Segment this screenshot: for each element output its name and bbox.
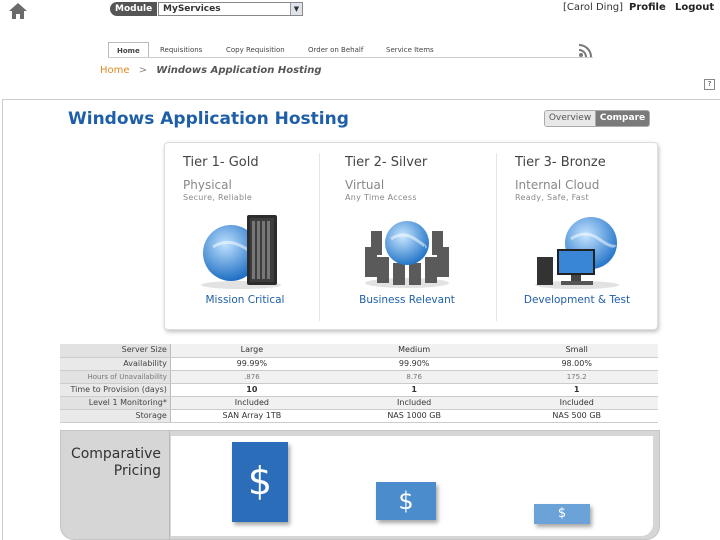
table-cell: .876 (170, 370, 333, 384)
table-cell: Included (170, 396, 333, 410)
tab-order-on-behalf[interactable]: Order on Behalf (308, 42, 363, 58)
tier-silver[interactable]: Tier 2- Silver Virtual Any Time Access B… (327, 143, 487, 331)
breadcrumb-home[interactable]: Home (100, 65, 130, 76)
profile-link[interactable]: Profile (629, 2, 666, 13)
table-cell: 98.00% (495, 357, 658, 371)
table-cell: Medium (332, 344, 496, 358)
module-select[interactable]: MyServices ▼ (158, 2, 303, 16)
row-label: Availability (60, 357, 171, 371)
tier-label: Mission Critical (205, 294, 285, 306)
table-cell: 1 (332, 383, 496, 397)
tier-label: Business Relevant (359, 294, 455, 306)
page-title: Windows Application Hosting (68, 109, 349, 129)
servers-globe-icon (365, 221, 449, 288)
computer-globe-icon (535, 217, 619, 289)
pricing-label-line: Pricing (113, 463, 161, 479)
table-cell: Large (170, 344, 333, 358)
top-bar: Module MyServices ▼ [Carol Ding] Profile… (0, 0, 720, 24)
breadcrumb: Home > Windows Application Hosting (100, 65, 322, 76)
table-cell: 99.90% (332, 357, 496, 371)
rss-icon[interactable] (578, 44, 594, 58)
row-label: Storage (60, 409, 171, 423)
breadcrumb-separator: > (138, 65, 148, 76)
user-name[interactable]: [Carol Ding] (563, 2, 623, 13)
tier-type: Physical (183, 178, 232, 192)
spec-table: Server Size Large Medium Small Availabil… (60, 344, 658, 423)
tab-requisitions[interactable]: Requisitions (160, 42, 202, 58)
row-label: Server Size (60, 344, 171, 358)
price-block-gold: $ (232, 442, 288, 522)
table-cell: 99.99% (170, 357, 333, 371)
table-cell: 10 (170, 383, 333, 397)
table-cell: SAN Array 1TB (170, 409, 333, 423)
pricing-label-column: Comparative Pricing (60, 430, 170, 540)
table-cell: Included (495, 396, 658, 410)
compare-button[interactable]: Compare (596, 111, 649, 126)
tab-copy-requisition[interactable]: Copy Requisition (226, 42, 285, 58)
price-block-bronze: $ (534, 504, 590, 524)
view-toggle: Overview Compare (544, 110, 650, 127)
tab-home[interactable]: Home (108, 42, 149, 58)
server-globe-icon (201, 215, 281, 289)
table-row: Availability 99.99% 99.90% 98.00% (60, 357, 658, 371)
table-cell: 175.2 (495, 370, 658, 384)
module-select-value: MyServices (163, 4, 221, 14)
tabs-divider (108, 57, 593, 58)
breadcrumb-current: Windows Application Hosting (156, 65, 322, 76)
home-icon[interactable] (8, 2, 28, 20)
table-cell: 8.76 (332, 370, 496, 384)
tier-type: Internal Cloud (515, 178, 600, 192)
table-cell: NAS 500 GB (495, 409, 658, 423)
table-row: Server Size Large Medium Small (60, 344, 658, 358)
table-cell: NAS 1000 GB (332, 409, 496, 423)
row-label: Hours of Unavailability (60, 370, 171, 384)
tier-name: Tier 1- Gold (183, 155, 259, 170)
table-row: Hours of Unavailability .876 8.76 175.2 (60, 370, 658, 384)
tier-subtitle: Any Time Access (345, 193, 417, 202)
price-block-silver: $ (376, 482, 436, 520)
tier-panel: Tier 1- Gold Physical Secure, Reliable M… (164, 142, 658, 330)
table-row: Time to Provision (days) 10 1 1 (60, 383, 658, 397)
tab-service-items[interactable]: Service Items (386, 42, 434, 58)
row-label: Time to Provision (days) (60, 383, 171, 397)
row-label: Level 1 Monitoring* (60, 396, 171, 410)
tier-gold[interactable]: Tier 1- Gold Physical Secure, Reliable M… (165, 143, 325, 331)
tier-bronze[interactable]: Tier 3- Bronze Internal Cloud Ready, Saf… (497, 143, 657, 331)
pricing-label-line: Comparative (70, 446, 161, 462)
pricing-label: Comparative Pricing (61, 446, 161, 480)
overview-button[interactable]: Overview (545, 111, 597, 126)
table-row: Level 1 Monitoring* Included Included In… (60, 396, 658, 410)
chevron-down-icon[interactable]: ▼ (290, 3, 302, 15)
table-cell: Included (332, 396, 496, 410)
tier-type: Virtual (345, 178, 385, 192)
tier-name: Tier 3- Bronze (515, 155, 606, 170)
tier-subtitle: Secure, Reliable (183, 193, 253, 202)
table-row: Storage SAN Array 1TB NAS 1000 GB NAS 50… (60, 409, 658, 423)
help-icon[interactable]: ? (704, 79, 715, 90)
tier-subtitle: Ready, Safe, Fast (515, 193, 589, 202)
logout-link[interactable]: Logout (675, 2, 714, 13)
table-cell: 1 (495, 383, 658, 397)
tier-name: Tier 2- Silver (345, 155, 428, 170)
table-cell: Small (495, 344, 658, 358)
tier-label: Development & Test (523, 294, 631, 306)
module-label: Module (110, 2, 158, 16)
